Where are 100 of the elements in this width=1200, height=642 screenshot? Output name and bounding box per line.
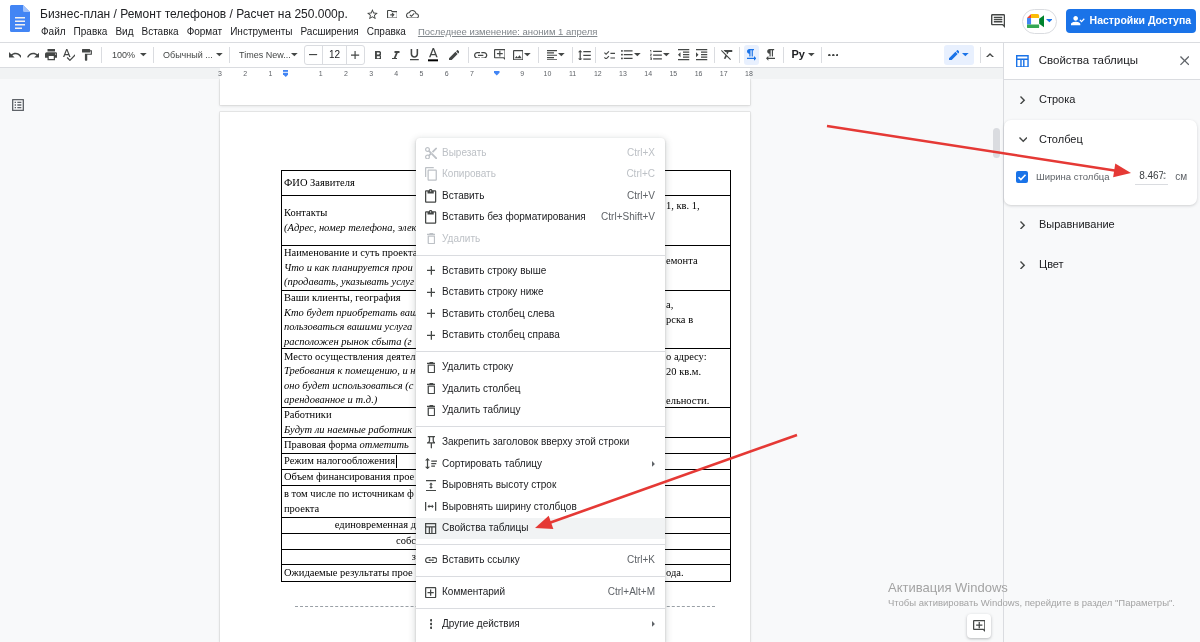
spellcheck-icon[interactable] [62,48,76,62]
clipboard-icon [425,188,437,203]
decrease-indent-icon[interactable] [678,49,690,61]
font-size-field[interactable]: 12 [322,46,347,64]
shortcut-text: Ctrl+Shift+V [601,211,655,224]
document-logo-icon[interactable] [10,5,30,32]
menu-bar-item[interactable]: Вид [111,25,138,38]
section-header[interactable]: Цвет [1004,245,1197,285]
style-dropdown[interactable]: Обычный ... [158,44,225,66]
more-icon[interactable] [827,53,839,57]
indent-marker-icon[interactable] [494,71,500,76]
menu-item[interactable]: Вставить без форматирования Ctrl+Shift+V [416,206,665,228]
plus-icon [426,287,436,297]
chevron-down-icon [1018,137,1028,143]
menu-item[interactable]: Удалить строку [416,356,665,378]
menu-item[interactable]: Вставить строку ниже [416,281,665,303]
close-icon[interactable] [1179,56,1189,66]
add-comment-icon[interactable] [493,49,506,61]
menu-item[interactable]: Вставить строку выше [416,260,665,282]
caret-icon[interactable] [663,53,670,57]
menu-item[interactable]: Другие действия [416,613,665,635]
spin-arrows-icon[interactable] [1163,171,1167,180]
cell-text: емонта [666,254,698,268]
indent-marker-icon[interactable] [282,70,289,77]
caret-icon[interactable] [524,53,532,57]
bulleted-list-icon[interactable] [621,50,633,60]
caret-icon[interactable] [558,53,566,57]
chevron-right-icon [1020,220,1026,230]
pencil-icon[interactable] [448,49,460,61]
last-edit-link[interactable]: Последнее изменение: аноним 1 апреля [417,25,598,38]
menu-bar-item[interactable]: Расширения [296,25,363,38]
menu-bar-item[interactable]: Инструменты [226,25,297,38]
clear-formatting-icon[interactable] [721,50,733,60]
menu-bar-item[interactable]: Вставка [137,25,183,38]
menu-bar-item[interactable]: Справка [362,25,410,38]
printer-icon[interactable] [44,49,58,61]
checklist-icon[interactable] [603,50,616,60]
input-tools-button[interactable]: Ру [789,48,817,62]
text-color-icon[interactable] [427,48,439,62]
menu-item[interactable]: Закрепить заголовок вверху этой строки [416,431,665,453]
menu-item[interactable]: Сортировать таблицу [416,453,665,475]
menu-item[interactable]: Удалить столбец [416,378,665,400]
caret-icon[interactable] [633,53,641,57]
share-button[interactable]: Настройки Доступа [1066,9,1196,33]
minus-icon[interactable] [309,54,318,56]
section-header[interactable]: Выравнивание [1004,205,1197,245]
bold-icon[interactable] [374,50,382,60]
menu-item[interactable]: Комментарий Ctrl+Alt+M [416,581,665,603]
add-comment-button[interactable] [967,614,991,638]
plus-icon [426,266,436,276]
font-dropdown[interactable]: Times New... [234,44,300,66]
increase-indent-icon[interactable] [696,49,708,61]
line-spacing-icon[interactable] [578,49,591,61]
cell-text: единовременная д [334,518,416,533]
horizontal-resize-icon [425,502,437,512]
chevron-up-icon[interactable] [986,52,994,58]
menu-bar-item[interactable]: Правка [69,25,112,38]
star-icon[interactable] [366,8,378,20]
section-header[interactable]: Строка [1004,80,1197,120]
menu-item[interactable]: Удалить таблицу [416,399,665,421]
plus-icon[interactable] [351,50,360,60]
menu-bar-item[interactable]: Файл [37,25,70,38]
ltr-direction-button[interactable] [744,45,759,65]
menu-item[interactable]: Свойства таблицы [416,517,665,539]
menu-item[interactable]: Вставить Ctrl+V [416,185,665,207]
redo-icon[interactable] [26,52,40,58]
undo-icon[interactable] [8,52,22,58]
zoom-dropdown[interactable]: 100% [107,44,149,66]
document-title[interactable]: Бизнес-план / Ремонт телефонов / Расчет на 250.000р. [37,6,351,22]
font-size-stepper[interactable]: 12 [304,45,365,65]
paint-roller-icon[interactable] [82,49,92,61]
cell-hint: (продавать, указывать услуг [284,275,415,290]
checkbox[interactable] [1016,171,1028,183]
caret-icon [140,53,147,57]
numbered-list-icon[interactable] [650,50,663,60]
trash-icon [426,383,436,395]
outline-icon[interactable] [12,99,24,112]
cloud-check-icon[interactable] [406,9,420,19]
scrollbar-thumb[interactable] [993,128,1000,158]
menu-item[interactable]: Вставить столбец справа [416,324,665,346]
italic-icon[interactable] [392,50,400,60]
align-left-icon[interactable] [546,49,558,61]
add-comment-icon [972,619,986,633]
column-width-field[interactable]: 8.467 [1135,169,1169,185]
cell-text: ФИО Заявителя [284,175,355,190]
table-icon [1016,54,1029,68]
underline-icon[interactable] [410,49,419,61]
section-header[interactable]: Столбец [1004,120,1197,160]
link-icon[interactable] [474,51,488,59]
image-icon[interactable] [512,49,524,61]
folder-icon[interactable] [386,9,398,19]
more-icon [429,619,433,630]
comment-icon[interactable] [990,13,1005,29]
menu-item[interactable]: Выровнять высоту строк [416,474,665,496]
menu-item[interactable]: Выровнять ширину столбцов [416,496,665,518]
menu-item[interactable]: Вставить ссылку Ctrl+K [416,549,665,571]
shortcut-text: Ctrl+C [626,168,655,181]
edit-mode-button[interactable] [943,45,974,65]
menu-bar-item[interactable]: Формат [182,25,227,38]
menu-item[interactable]: Вставить столбец слева [416,303,665,325]
